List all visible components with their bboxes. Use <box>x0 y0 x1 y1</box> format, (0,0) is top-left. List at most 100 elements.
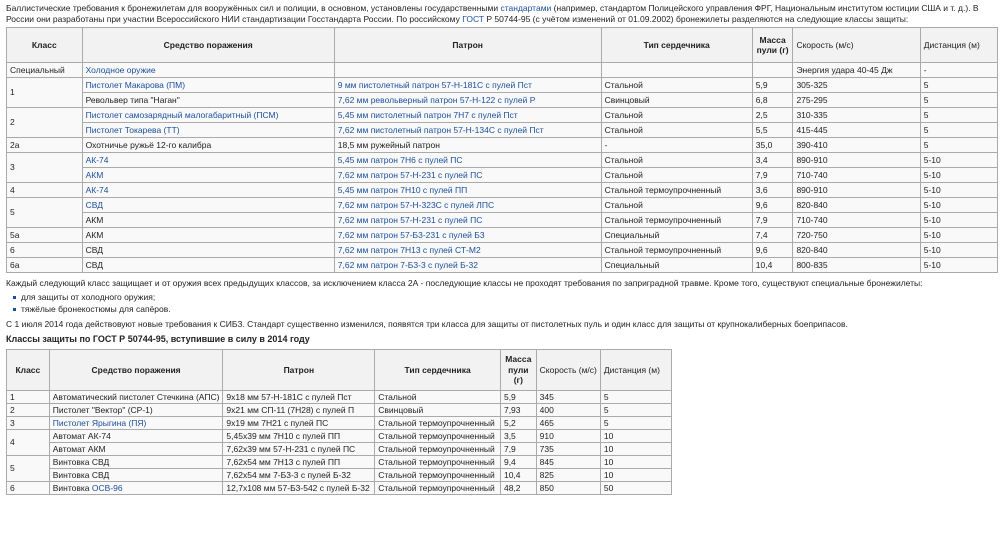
cell-class: 2 <box>6 107 83 139</box>
cell-mass: 7,93 <box>499 403 537 417</box>
cell-weapon: Автомат АКМ <box>48 442 224 456</box>
weapon-link[interactable]: Пистолет Макарова (ПМ) <box>86 80 185 90</box>
intro-paragraph: Баллистические требования к бронежилетам… <box>6 3 994 24</box>
cell-speed: 400 <box>535 403 601 417</box>
cell-speed: 345 <box>535 390 601 404</box>
cell-distance: 10 <box>599 468 673 482</box>
cell-cartridge: 7,62х39 мм 57-Н-231 с пулей ПС <box>222 442 376 456</box>
cartridge-link[interactable]: 7,62 мм патрон 57-Н-323С с пулей ЛПС <box>338 200 494 210</box>
cartridge-link[interactable]: 7,62 мм револьверный патрон 57-Н-122 с п… <box>338 95 536 105</box>
weapon-link[interactable]: Пистолет Токарева (ТТ) <box>86 125 180 135</box>
table-row: Специальный Холодное оружие Энергия удар… <box>6 62 999 79</box>
cell-core: Стальной термоупрочненный <box>600 242 753 259</box>
cartridge-link[interactable]: 7,62 мм патрон 7-Б3-3 с пулей Б-32 <box>338 260 478 270</box>
cell-core: Стальной <box>600 197 753 214</box>
intro-text-1: Баллистические требования к бронежилетам… <box>6 3 501 13</box>
cell-weapon: Охотничье ружьё 12-го калибра <box>81 137 335 154</box>
cell-core: Стальной термоупрочненный <box>374 455 501 469</box>
cell-cartridge: 7,62х54 мм 7Н13 с пулей ПП <box>222 455 376 469</box>
cell-distance: 5 <box>919 77 999 94</box>
cell-mass: 35,0 <box>751 137 794 154</box>
cell-cartridge: 7,62 мм патрон 57-Н-231 с пулей ПС <box>333 167 602 184</box>
cell-class: 2 <box>6 403 50 417</box>
weapon-link[interactable]: Пистолет Ярыгина (ПЯ) <box>53 418 147 428</box>
weapon-link[interactable]: АКМ <box>86 170 104 180</box>
cell-weapon: Пистолет Ярыгина (ПЯ) <box>48 416 224 430</box>
cell-cartridge <box>333 62 602 79</box>
weapon-link[interactable]: ОСВ-96 <box>92 483 123 493</box>
paragraph-2014: С 1 июля 2014 года действовуют новые тре… <box>6 319 848 330</box>
cell-distance: - <box>919 62 999 79</box>
link-standards[interactable]: стандартами <box>500 3 551 13</box>
weapon-link[interactable]: АК-74 <box>86 185 109 195</box>
cell-weapon: СВД <box>81 197 335 214</box>
cell-speed: 890-910 <box>792 182 921 199</box>
table-row: АКМ 7,62 мм патрон 57-Н-231 с пулей ПС С… <box>7 167 999 184</box>
table-row: Винтовка СВД 7,62х54 мм 7-Б3-3 с пулей Б… <box>7 468 673 482</box>
cell-weapon: Пистолет Токарева (ТТ) <box>81 122 335 139</box>
cartridge-link[interactable]: 7,62 мм пистолетный патрон 57-Н-134С с п… <box>338 125 544 135</box>
cell-distance: 5 <box>919 92 999 109</box>
cell-distance: 5-10 <box>919 197 999 214</box>
cell-speed: 800-835 <box>792 257 921 274</box>
cell-distance: 5-10 <box>919 212 999 229</box>
cell-mass: 9,6 <box>751 242 794 259</box>
cell-weapon: Холодное оружие <box>81 62 335 79</box>
cell-speed: 820-840 <box>792 197 921 214</box>
cell-class: 6 <box>6 481 50 495</box>
cell-distance: 5-10 <box>919 152 999 169</box>
cartridge-link[interactable]: 7,62 мм патрон 7Н13 с пулей СТ-М2 <box>338 245 481 255</box>
cell-mass: 7,4 <box>751 227 794 244</box>
cell-distance: 5 <box>919 137 999 154</box>
th-distance: Дистанция (м) <box>599 349 673 391</box>
intro-text-3: Р 50744-95 (с учётом изменений от 01.09.… <box>484 13 909 24</box>
th-class: Класс <box>6 349 50 391</box>
cell-distance: 5-10 <box>919 242 999 259</box>
cell-cartridge: 18,5 мм ружейный патрон <box>333 137 602 154</box>
cartridge-link[interactable]: 5,45 мм пистолетный патрон 7Н7 с пулей П… <box>338 110 518 120</box>
weapon-link[interactable]: АК-74 <box>86 155 109 165</box>
table-row: Пистолет Токарева (ТТ) 7,62 мм пистолетн… <box>7 122 999 139</box>
table-row: 1 Автоматический пистолет Стечкина (АПС)… <box>6 390 673 404</box>
cell-cartridge: 9х21 мм СП-11 (7Н28) с пулей П <box>222 403 376 417</box>
cell-cartridge: 7,62 мм патрон 57-Н-323С с пулей ЛПС <box>333 197 602 214</box>
cell-speed: 910 <box>535 429 601 443</box>
th-weapon: Средство поражения <box>48 349 224 391</box>
th-mass: Масса пули (г) <box>499 349 537 391</box>
section-heading-2014: Классы защиты по ГОСТ Р 50744-95, вступи… <box>6 333 310 344</box>
cell-cartridge: 7,62 мм патрон 57-Н-231 с пулей ПС <box>333 212 602 229</box>
cartridge-link[interactable]: 5,45 мм патрон 7Н10 с пулей ПП <box>338 185 467 195</box>
cell-class: 4 <box>6 429 50 456</box>
table-row: 2 Пистолет самозарядный малогабаритный (… <box>6 107 999 139</box>
th-speed: Скорость (м/с) <box>792 27 921 64</box>
cartridge-link[interactable]: 7,62 мм патрон 57-Б3-231 с пулей Б3 <box>338 230 485 240</box>
cell-weapon: Винтовка ОСВ-96 <box>48 481 224 495</box>
cell-mass: 10,4 <box>499 468 537 482</box>
cell-core: Специальный <box>600 227 753 244</box>
table-row: 2 Пистолет "Вектор" (СР-1) 9х21 мм СП-11… <box>6 403 673 417</box>
cartridge-link[interactable]: 7,62 мм патрон 57-Н-231 с пулей ПС <box>338 170 483 180</box>
weapon-link[interactable]: СВД <box>86 200 103 210</box>
cell-cartridge: 9х18 мм 57-Н-181С с пулей Пст <box>222 390 376 404</box>
cell-cartridge: 7,62х54 мм 7-Б3-3 с пулей Б-32 <box>222 468 376 482</box>
cell-cartridge: 7,62 мм патрон 7Н13 с пулей СТ-М2 <box>333 242 602 259</box>
weapon-link[interactable]: Пистолет самозарядный малогабаритный (ПС… <box>86 110 279 120</box>
cell-class: 5 <box>6 197 83 229</box>
link-gost[interactable]: ГОСТ <box>462 14 484 24</box>
cell-distance: 5-10 <box>919 257 999 274</box>
cartridge-link[interactable]: 7,62 мм патрон 57-Н-231 с пулей ПС <box>338 215 483 225</box>
cell-cartridge: 7,62 мм патрон 7-Б3-3 с пулей Б-32 <box>333 257 602 274</box>
cell-core: Стальной <box>374 390 501 404</box>
cell-cartridge: 5,45 мм пистолетный патрон 7Н7 с пулей П… <box>333 107 602 124</box>
cartridge-link[interactable]: 9 мм пистолетный патрон 57-Н-181С с пуле… <box>338 80 532 90</box>
cell-weapon: Пистолет самозарядный малогабаритный (ПС… <box>81 107 335 124</box>
weapon-link[interactable]: Холодное оружие <box>86 65 156 75</box>
cell-class: 2а <box>6 137 83 154</box>
cell-weapon: АК-74 <box>81 152 335 169</box>
cartridge-link[interactable]: 5,45 мм патрон 7Н6 с пулей ПС <box>338 155 463 165</box>
cell-distance: 50 <box>599 481 673 495</box>
cell-core: - <box>600 137 753 154</box>
cell-core: Стальной термоупрочненный <box>600 182 753 199</box>
cell-distance: 10 <box>599 442 673 456</box>
cell-mass: 6,8 <box>751 92 794 109</box>
